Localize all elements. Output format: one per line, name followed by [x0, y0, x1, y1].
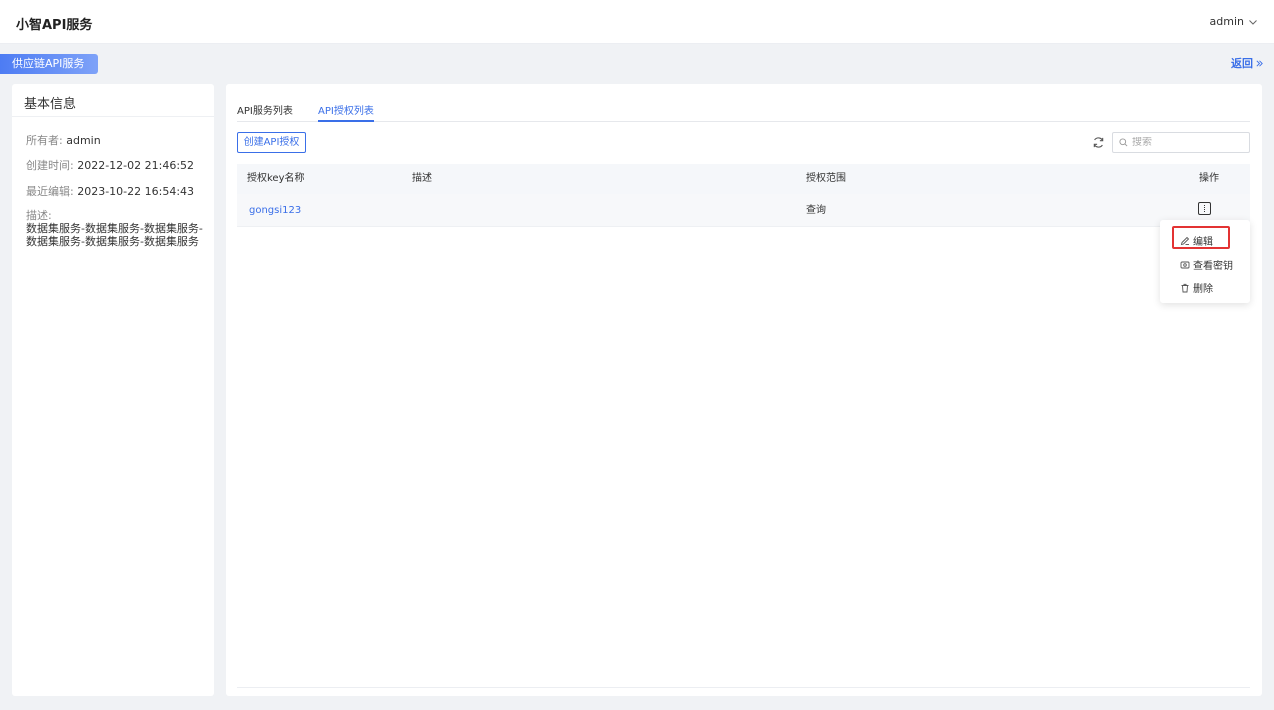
bottom-divider — [237, 687, 1250, 688]
desc-value: 数据集服务-数据集服务-数据集服务-数据集服务-数据集服务-数据集服务 — [26, 222, 203, 248]
app-title: 小智API服务 — [16, 18, 93, 33]
top-bar: 小智API服务 admin — [0, 0, 1274, 44]
col-actions: 操作 — [1199, 173, 1219, 184]
menu-item-edit[interactable]: 编辑 — [1180, 233, 1213, 248]
owner-row: 所有者: admin — [26, 132, 101, 148]
col-desc: 描述 — [412, 173, 432, 184]
main-panel: API服务列表 API授权列表 创建API授权 授权key名称 描述 授权范围 … — [226, 84, 1262, 696]
more-actions-button[interactable] — [1198, 202, 1211, 215]
created-value: 2022-12-02 21:46:52 — [77, 159, 195, 172]
key-view-icon — [1180, 261, 1190, 268]
created-row: 创建时间: 2022-12-02 21:46:52 — [26, 157, 194, 173]
owner-value: admin — [66, 134, 101, 147]
basic-info-title: 基本信息 — [12, 84, 214, 117]
col-key-name: 授权key名称 — [247, 173, 305, 184]
service-tag: 供应链API服务 — [0, 54, 98, 74]
col-scope: 授权范围 — [806, 173, 846, 184]
double-chevron-right-icon — [1256, 59, 1263, 67]
actions-dropdown: 编辑 查看密钥 删除 — [1160, 220, 1250, 303]
tab-api-auth-list[interactable]: API授权列表 — [318, 102, 374, 122]
edited-row: 最近编辑: 2023-10-22 16:54:43 — [26, 183, 194, 199]
menu-item-view-key-label: 查看密钥 — [1193, 261, 1233, 272]
edit-icon — [1180, 236, 1190, 245]
user-name: admin — [1209, 15, 1244, 28]
back-link[interactable]: 返回 — [1231, 55, 1264, 71]
chevron-down-icon — [1249, 19, 1257, 25]
user-menu[interactable]: admin — [1210, 15, 1258, 28]
description-block: 描述: 数据集服务-数据集服务-数据集服务-数据集服务-数据集服务-数据集服务 — [26, 209, 208, 248]
edited-value: 2023-10-22 16:54:43 — [77, 185, 195, 198]
auth-table: 授权key名称 描述 授权范围 操作 gongsi123 查询 — [237, 164, 1250, 227]
row-key-name-link[interactable]: gongsi123 — [249, 194, 301, 227]
create-api-auth-button[interactable]: 创建API授权 — [237, 132, 306, 153]
back-label: 返回 — [1231, 57, 1253, 70]
tab-bar: API服务列表 API授权列表 — [237, 98, 1250, 122]
tab-api-service-list[interactable]: API服务列表 — [237, 102, 293, 122]
edited-label: 最近编辑: — [26, 185, 74, 198]
basic-info-panel: 基本信息 所有者: admin 创建时间: 2022-12-02 21:46:5… — [12, 84, 214, 696]
row-scope: 查询 — [806, 205, 826, 216]
refresh-icon[interactable] — [1092, 136, 1105, 149]
search-input[interactable] — [1132, 137, 1242, 148]
menu-item-edit-label: 编辑 — [1193, 237, 1213, 248]
search-box — [1112, 132, 1250, 153]
menu-item-delete[interactable]: 删除 — [1180, 280, 1213, 295]
owner-label: 所有者: — [26, 134, 63, 147]
table-row: gongsi123 查询 — [237, 194, 1250, 227]
menu-item-delete-label: 删除 — [1193, 284, 1213, 295]
table-header: 授权key名称 描述 授权范围 操作 — [237, 164, 1250, 194]
desc-label: 描述: — [26, 209, 52, 222]
more-vertical-icon — [1203, 205, 1206, 212]
created-label: 创建时间: — [26, 159, 74, 172]
menu-item-view-key[interactable]: 查看密钥 — [1180, 257, 1233, 272]
trash-icon — [1181, 283, 1189, 292]
search-icon — [1119, 138, 1128, 147]
